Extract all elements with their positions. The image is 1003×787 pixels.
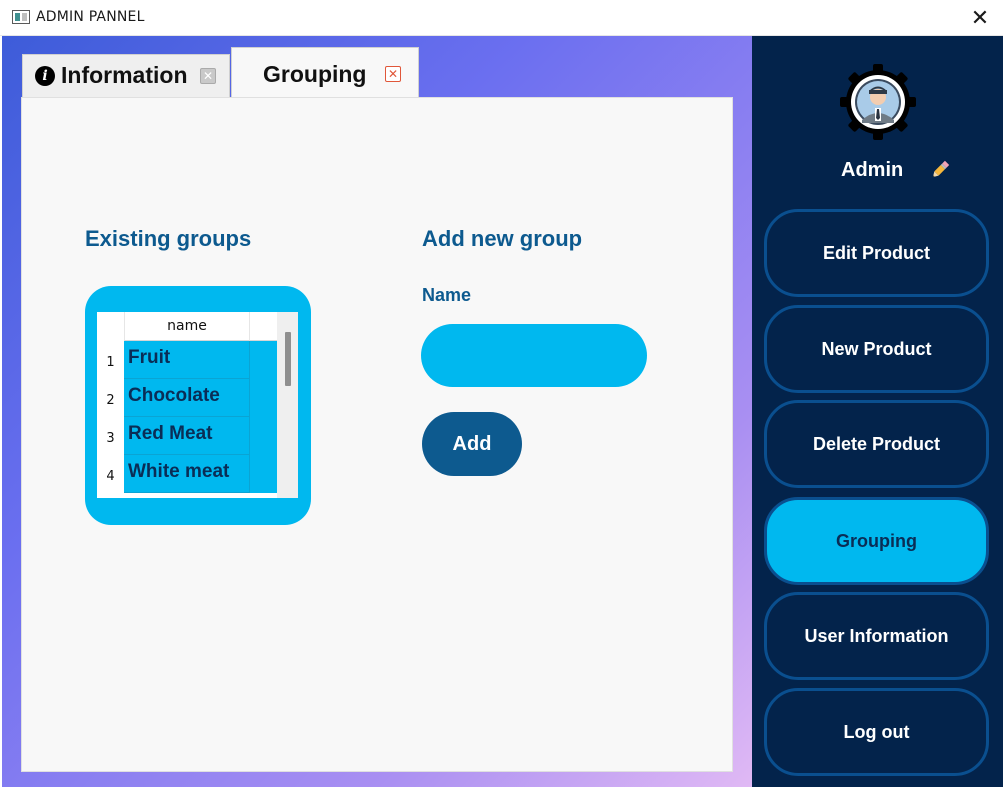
- groups-table[interactable]: name 1 Fruit 2 Chocolate 3 Red Meat 4 Wh…: [97, 312, 298, 498]
- add-new-group-heading: Add new group: [422, 226, 583, 251]
- scrollbar-thumb[interactable]: [285, 332, 291, 386]
- tab-grouping-close-icon[interactable]: ✕: [385, 66, 401, 82]
- tab-information[interactable]: i Information ✕: [22, 54, 230, 98]
- window-title: ADMIN PANNEL: [36, 9, 145, 25]
- sidebar-item-log-out[interactable]: Log out: [764, 688, 989, 776]
- tab-grouping[interactable]: Grouping ✕: [231, 47, 419, 98]
- group-name-cell[interactable]: Red Meat: [124, 417, 249, 455]
- column-header-empty: [249, 312, 277, 341]
- add-group-button[interactable]: Add: [422, 412, 522, 476]
- sidebar-item-grouping[interactable]: Grouping: [764, 497, 989, 585]
- group-name-input[interactable]: [421, 324, 647, 387]
- admin-avatar-gear-icon: [840, 64, 916, 140]
- row-extra-cell: [249, 455, 277, 493]
- row-extra-cell: [249, 379, 277, 417]
- column-header-name[interactable]: name: [124, 312, 249, 341]
- row-extra-cell: [249, 341, 277, 379]
- table-row[interactable]: 2 Chocolate: [97, 379, 277, 417]
- existing-groups-heading: Existing groups: [85, 226, 252, 251]
- info-icon: i: [35, 66, 55, 86]
- tab-information-close-icon[interactable]: ✕: [200, 68, 216, 84]
- sidebar-item-delete-product[interactable]: Delete Product: [764, 400, 989, 488]
- window-close-button[interactable]: ✕: [957, 0, 1003, 36]
- row-number: 4: [106, 469, 115, 484]
- pencil-icon[interactable]: [929, 159, 951, 181]
- app-window-icon: [12, 10, 30, 24]
- tab-information-label: Information: [61, 62, 188, 88]
- sidebar-item-edit-product[interactable]: Edit Product: [764, 209, 989, 297]
- group-name-cell[interactable]: White meat: [124, 455, 249, 493]
- table-scrollbar[interactable]: [277, 312, 298, 498]
- group-name-cell[interactable]: Fruit: [124, 341, 249, 379]
- group-name-label: Name: [422, 285, 472, 305]
- admin-name: Admin: [841, 159, 904, 181]
- row-number: 1: [106, 355, 115, 370]
- row-number: 3: [106, 431, 115, 446]
- group-name-cell[interactable]: Chocolate: [124, 379, 249, 417]
- row-number: 2: [106, 393, 115, 408]
- sidebar-item-user-information[interactable]: User Information: [764, 592, 989, 680]
- table-row[interactable]: 4 White meat: [97, 455, 277, 493]
- table-row[interactable]: 3 Red Meat: [97, 417, 277, 455]
- tab-grouping-label: Grouping: [263, 61, 367, 87]
- row-extra-cell: [249, 417, 277, 455]
- table-row[interactable]: 1 Fruit: [97, 341, 277, 379]
- sidebar-item-new-product[interactable]: New Product: [764, 305, 989, 393]
- window-titlebar: ADMIN PANNEL ✕: [0, 0, 1003, 36]
